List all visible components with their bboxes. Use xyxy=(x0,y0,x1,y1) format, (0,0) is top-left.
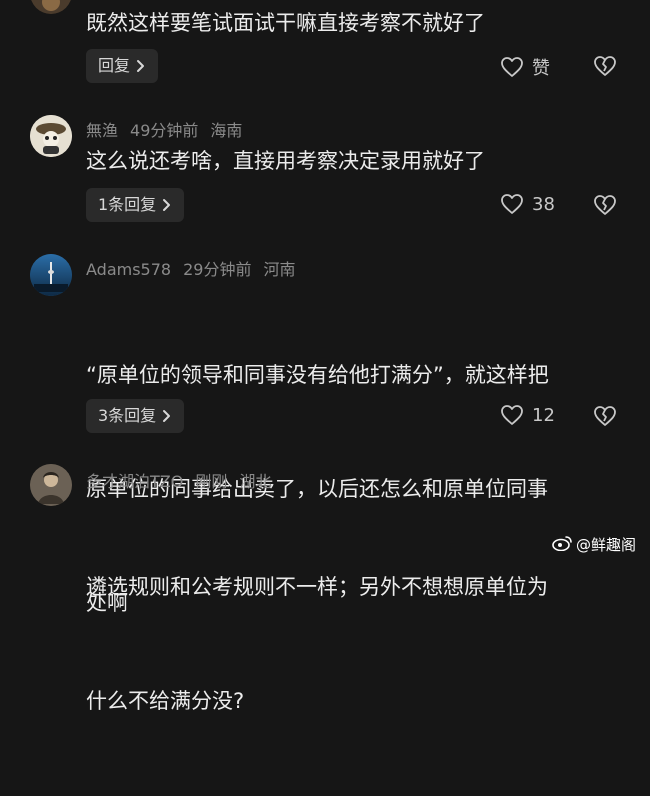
reply-button[interactable]: 3条回复 xyxy=(86,399,185,433)
heart-outline-icon xyxy=(500,404,524,426)
chevron-right-icon xyxy=(162,198,172,212)
avatar[interactable] xyxy=(30,254,72,296)
dislike-button[interactable] xyxy=(593,55,617,77)
dislike-button[interactable] xyxy=(593,194,617,216)
dislike-button[interactable] xyxy=(593,405,617,427)
comment-time: 29分钟前 xyxy=(183,260,252,279)
broken-heart-icon xyxy=(593,405,617,427)
comment-time: 刚刚 xyxy=(195,472,228,491)
reply-label: 1条回复 xyxy=(98,195,157,214)
comment-text: 这么说还考啥，直接用考察决定录用就好了 xyxy=(86,149,485,173)
like-count: 赞 xyxy=(532,58,550,79)
comment-time: 49分钟前 xyxy=(130,121,199,140)
avatar[interactable] xyxy=(30,115,72,157)
comment-text: 遴选规则和公考规则不一样；另外不想想原单位为 什么不给满分没? xyxy=(86,492,626,796)
reply-label: 3条回复 xyxy=(98,406,157,425)
reply-button[interactable]: 1条回复 xyxy=(86,188,185,222)
chevron-right-icon xyxy=(136,59,146,73)
comment-text-line: 遴选规则和公考规则不一样；另外不想想原单位为 xyxy=(86,575,548,599)
reply-button[interactable]: 回复 xyxy=(86,49,159,83)
broken-heart-icon xyxy=(593,55,617,77)
like-count: 38 xyxy=(532,193,555,215)
weibo-logo-icon xyxy=(552,535,572,555)
heart-outline-icon xyxy=(500,56,524,78)
comment-location: 海南 xyxy=(210,121,243,140)
like-button[interactable]: 12 xyxy=(500,404,555,426)
like-button[interactable]: 赞 xyxy=(500,54,550,80)
avatar[interactable] xyxy=(30,0,72,14)
chevron-right-icon xyxy=(162,409,172,423)
author-name[interactable]: Adams578 xyxy=(86,260,171,279)
watermark-text: @鲜趣阁 xyxy=(576,536,637,554)
author-name[interactable]: 多才湖泊TZO xyxy=(86,472,183,491)
heart-outline-icon xyxy=(500,193,524,215)
author-name[interactable]: 無渔 xyxy=(86,121,118,140)
like-count: 12 xyxy=(532,404,555,426)
comment-text-line: 什么不给满分没? xyxy=(86,689,245,713)
comment-location: 湖北 xyxy=(239,472,272,491)
reply-label: 回复 xyxy=(98,56,131,75)
watermark: @鲜趣阁 xyxy=(552,534,636,555)
broken-heart-icon xyxy=(593,194,617,216)
comment-location: 河南 xyxy=(263,260,296,279)
comment-meta: 多才湖泊TZO 刚刚 湖北 xyxy=(86,468,283,492)
comment-meta: Adams578 29分钟前 河南 xyxy=(86,256,307,280)
comment-text-line: “原单位的领导和同事没有给他打满分”，就这样把 xyxy=(86,363,549,387)
comment-text: 既然这样要笔试面试干嘛直接考察不就好了 xyxy=(86,11,485,35)
like-button[interactable]: 38 xyxy=(500,193,555,215)
avatar[interactable] xyxy=(30,464,72,506)
comment-meta: 無渔 49分钟前 海南 xyxy=(86,117,254,141)
